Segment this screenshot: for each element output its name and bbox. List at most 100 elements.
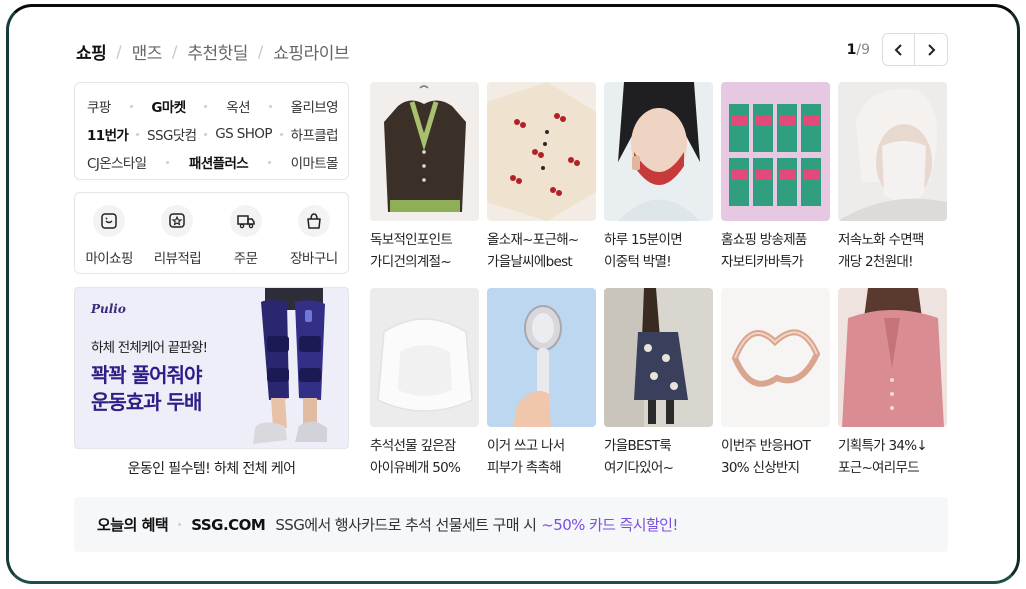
next-page-button[interactable] (915, 33, 948, 66)
product-image (487, 82, 596, 221)
mall-row: 쿠팡 G마켓 옥션 올리브영 (87, 92, 339, 120)
product-name: 포근~여리무드 (838, 460, 920, 476)
tab-mens[interactable]: 맨즈 (132, 39, 163, 64)
prev-page-button[interactable] (882, 33, 915, 66)
product-card[interactable]: 저속노화 수면팩 개당 2천원대! (838, 82, 947, 273)
quick-label: 리뷰적립 (153, 251, 202, 267)
product-name: 가을날씨에best (487, 254, 573, 270)
product-name: 이번주 반응HOT (721, 438, 811, 454)
mall-link-ssg[interactable]: SSG닷컴 (147, 124, 197, 144)
product-card[interactable]: 독보적인포인트 가디건의계절~ (370, 82, 479, 273)
page-total: /9 (856, 41, 870, 58)
mall-divider (268, 104, 272, 108)
review-star-icon (161, 205, 194, 237)
quick-my-shopping[interactable]: 마이쇼핑 (78, 205, 140, 273)
product-name: 자보티카바특가 (721, 254, 804, 270)
product-name: 가디건의계절~ (370, 254, 452, 270)
ad-banner[interactable]: Pulio 하체 전체케어 끝판왕! 꽉꽉 풀어줘야 운동효과 두배 (74, 287, 349, 449)
product-card[interactable]: 이번주 반응HOT 30% 신상반지 (721, 288, 830, 479)
product-card[interactable]: 하루 15분이면 이중턱 박멸! (604, 82, 713, 273)
page-indicator: 1/9 (847, 42, 870, 58)
product-name: 피부가 촉촉해 (487, 460, 562, 476)
ad-headline-line: 꽉꽉 풀어줘야 (91, 363, 202, 387)
tab-hot-deals[interactable]: 추천핫딜 (187, 39, 248, 64)
product-image (838, 288, 947, 427)
quick-cart[interactable]: 장바구니 (283, 205, 345, 273)
product-image (604, 288, 713, 427)
product-name: 독보적인포인트 (370, 232, 453, 248)
product-name: 가을BEST룩 (604, 438, 672, 454)
pager: 1/9 (847, 33, 948, 66)
mall-divider (204, 132, 208, 136)
product-card[interactable]: 추석선물 깊은잠 아이유베개 50% (370, 288, 479, 479)
mall-row: 11번가 SSG닷컴 GS SHOP 하프클럽 (87, 120, 339, 148)
product-name: 홈쇼핑 방송제품 (721, 232, 807, 248)
ad-subtitle: 하체 전체케어 끝판왕! (91, 340, 208, 356)
product-name: 추석선물 깊은잠 (370, 438, 456, 454)
quick-label: 마이쇼핑 (85, 251, 133, 267)
product-name: 기획특가 34%↓ (838, 438, 928, 454)
ad-headline: 꽉꽉 풀어줘야 운동효과 두배 (91, 362, 202, 416)
product-card[interactable]: 올소재~포근해~ 가을날씨에best (487, 82, 596, 273)
mall-link-11st[interactable]: 11번가 (87, 124, 129, 144)
my-shopping-icon (93, 205, 126, 237)
quick-review[interactable]: 리뷰적립 (146, 205, 208, 273)
quick-label: 주문 (233, 251, 258, 267)
product-name: 저속노화 수면팩 (838, 232, 924, 248)
product-name: 개당 2천원대! (838, 254, 913, 270)
benefit-title: 오늘의 혜택 (97, 516, 169, 534)
benefit-text: SSG에서 행사카드로 추석 선물세트 구매 시 (275, 516, 537, 534)
mall-link-gmarket[interactable]: G마켓 (151, 96, 186, 116)
mall-link-fashionplus[interactable]: 패션플러스 (189, 152, 249, 172)
ad-caption[interactable]: 운동인 필수템! 하체 전체 케어 (74, 458, 349, 478)
page-current: 1 (846, 41, 857, 58)
mall-links: 쿠팡 G마켓 옥션 올리브영 11번가 SSG닷컴 GS SHOP 하프클럽 C… (74, 82, 349, 180)
tab-shopping-live[interactable]: 쇼핑라이브 (273, 39, 349, 64)
product-image (721, 82, 830, 221)
product-image (370, 82, 479, 221)
product-name: 아이유베개 50% (370, 460, 461, 476)
product-image (721, 288, 830, 427)
mall-divider (204, 104, 208, 108)
product-name: 30% 신상반지 (721, 460, 800, 476)
mall-link-auction[interactable]: 옥션 (226, 96, 250, 116)
product-image (604, 82, 713, 221)
chevron-left-icon (894, 43, 902, 56)
product-image (370, 288, 479, 427)
mall-divider (136, 132, 140, 136)
quick-label: 장바구니 (290, 251, 338, 267)
ad-product-image (253, 288, 327, 444)
mall-divider (166, 160, 170, 164)
product-card[interactable]: 기획특가 34%↓ 포근~여리무드 (838, 288, 947, 479)
mall-link-oliveyoung[interactable]: 올리브영 (291, 96, 339, 116)
shopping-tabs: 쇼핑 / 맨즈 / 추천핫딜 / 쇼핑라이브 (76, 39, 349, 64)
product-card[interactable]: 가을BEST룩 여기다있어~ (604, 288, 713, 479)
benefit-highlight: ~50% 카드 즉시할인! (541, 516, 678, 534)
mall-link-coupang[interactable]: 쿠팡 (87, 96, 111, 116)
mall-link-emartmall[interactable]: 이마트몰 (291, 152, 339, 172)
product-name: 올소재~포근해~ (487, 232, 579, 248)
product-image (487, 288, 596, 427)
tab-shopping[interactable]: 쇼핑 (76, 39, 107, 64)
tab-divider: / (257, 41, 264, 61)
chevron-right-icon (928, 43, 936, 56)
quick-menu: 마이쇼핑 리뷰적립 주문 장바구니 (74, 192, 349, 274)
mall-link-gsshop[interactable]: GS SHOP (215, 126, 272, 142)
tab-divider: / (116, 41, 122, 61)
benefit-brand: SSG.COM (191, 515, 266, 534)
mall-divider (267, 160, 271, 164)
shopping-bag-icon (297, 205, 330, 237)
mall-divider (279, 132, 283, 136)
product-card[interactable]: 이거 쓰고 나서 피부가 촉촉해 (487, 288, 596, 479)
tab-divider: / (171, 41, 178, 61)
product-name: 이중턱 박멸! (604, 254, 672, 270)
mall-link-halfclub[interactable]: 하프클럽 (291, 124, 339, 144)
ad-brand-logo: Pulio (91, 302, 126, 316)
todays-benefit-bar[interactable]: 오늘의 혜택 SSG.COM SSG에서 행사카드로 추석 선물세트 구매 시 … (74, 497, 948, 552)
quick-order[interactable]: 주문 (215, 205, 277, 273)
product-name: 하루 15분이면 (604, 232, 683, 248)
product-image (838, 82, 947, 221)
mall-row: CJ온스타일 패션플러스 이마트몰 (87, 148, 339, 176)
mall-link-cjonstyle[interactable]: CJ온스타일 (87, 152, 147, 172)
product-card[interactable]: 홈쇼핑 방송제품 자보티카바특가 (721, 82, 830, 273)
